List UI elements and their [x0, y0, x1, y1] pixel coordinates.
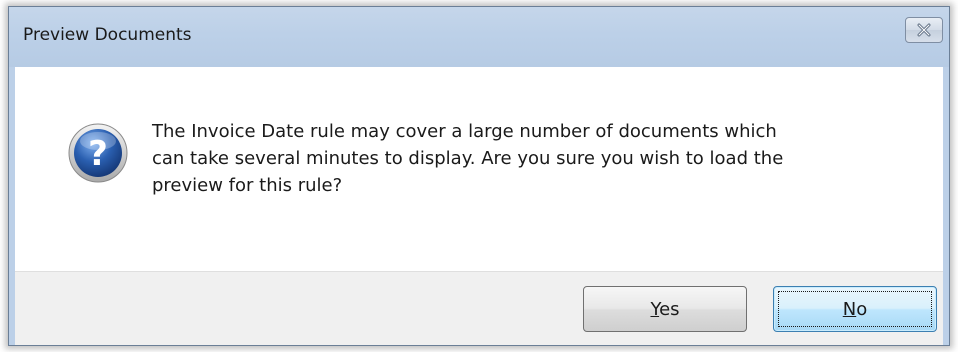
yes-button-label: Yes	[650, 299, 679, 320]
window-title: Preview Documents	[23, 25, 192, 45]
svg-text:?: ?	[88, 134, 108, 174]
yes-label-rest: es	[659, 298, 680, 320]
no-mnemonic: N	[842, 298, 857, 320]
button-bar: Yes No	[15, 271, 943, 345]
no-label-rest: o	[856, 298, 868, 320]
message-area: ? The Invoice Date rule may cover a larg…	[15, 67, 943, 271]
close-icon	[916, 23, 932, 37]
yes-button[interactable]: Yes	[583, 286, 747, 332]
message-dialog: Preview Documents ? The Invoice Date rul…	[8, 6, 950, 346]
window-frame-right	[943, 67, 949, 345]
no-button[interactable]: No	[773, 286, 937, 332]
title-bar[interactable]: Preview Documents	[9, 7, 949, 67]
close-button[interactable]	[905, 17, 943, 43]
yes-mnemonic: Y	[650, 298, 660, 320]
screen: Preview Documents ? The Invoice Date rul…	[0, 0, 958, 352]
dialog-message: The Invoice Date rule may cover a large …	[152, 121, 784, 196]
no-button-label: No	[843, 299, 867, 320]
question-icon: ?	[67, 122, 129, 184]
